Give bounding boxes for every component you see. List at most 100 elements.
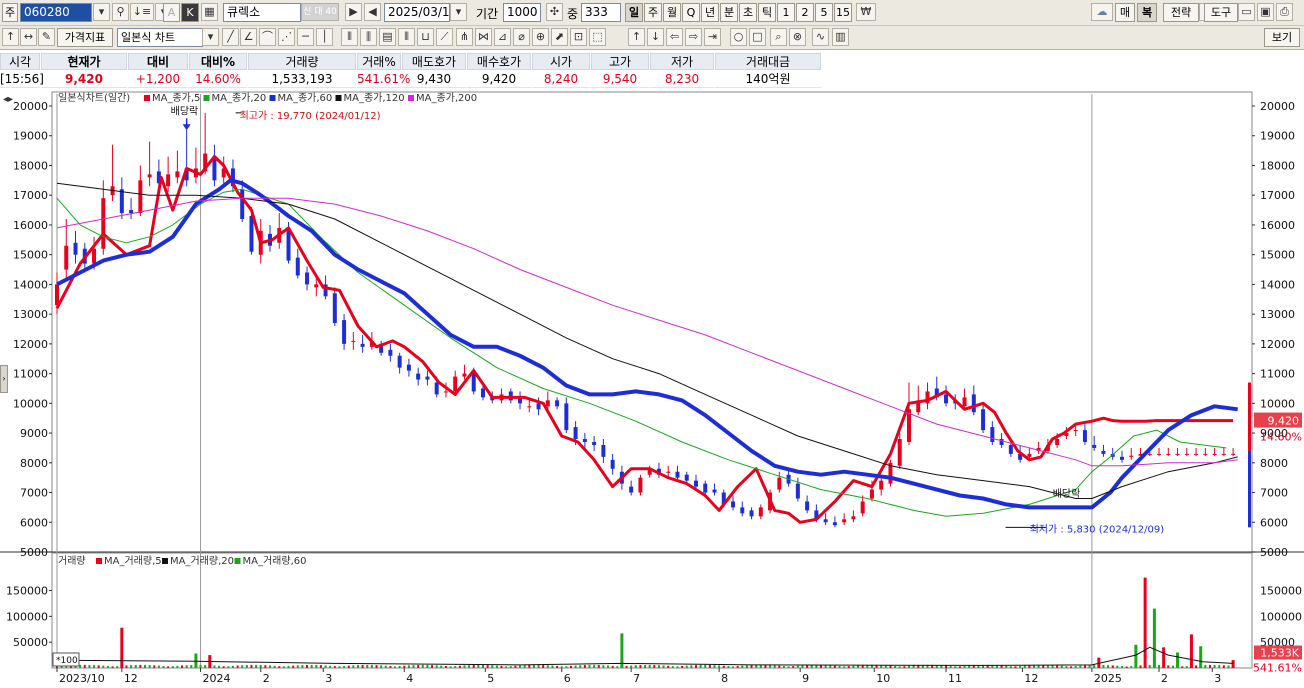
timeframe-button-9[interactable]: 2 bbox=[796, 3, 814, 22]
channel-icon[interactable]: ⊔ bbox=[417, 28, 434, 46]
market-selector[interactable]: 주 bbox=[2, 3, 18, 22]
count-input[interactable]: 333 bbox=[581, 3, 621, 22]
timeframe-button-4[interactable]: 년 bbox=[701, 3, 719, 22]
stock-code-input[interactable]: 060280 bbox=[20, 3, 92, 22]
stock-name-field[interactable]: 큐렉소 bbox=[223, 3, 301, 22]
target-icon[interactable]: ⊕ bbox=[532, 28, 549, 46]
zoom-icon[interactable]: ⌕ bbox=[770, 28, 787, 46]
grid-icon[interactable]: ▦ bbox=[201, 3, 218, 21]
volume-bar bbox=[130, 665, 133, 668]
edit-icon[interactable]: ✎ bbox=[38, 28, 55, 46]
crosshair-tool-icon[interactable]: ⊗ bbox=[789, 28, 806, 46]
range-bar-down bbox=[1248, 450, 1251, 528]
save-icon[interactable]: ▣ bbox=[1257, 3, 1274, 21]
gann-icon[interactable]: ⋈ bbox=[475, 28, 492, 46]
x-tick-label-5: 4 bbox=[406, 672, 413, 685]
volume-bar bbox=[579, 665, 582, 668]
timeframe-button-10[interactable]: 5 bbox=[815, 3, 833, 22]
volume-bar bbox=[310, 664, 313, 668]
ray-icon[interactable]: ⟋ bbox=[436, 28, 453, 46]
timeframe-button-8[interactable]: 1 bbox=[777, 3, 795, 22]
up-arrow-icon[interactable]: ↑ bbox=[2, 28, 19, 46]
volume-bar bbox=[292, 665, 295, 668]
volume-bar bbox=[787, 666, 790, 668]
view-button[interactable]: 보기 bbox=[1264, 28, 1300, 47]
dropdown-icon[interactable]: ▾ bbox=[93, 3, 110, 21]
fan-icon[interactable]: ⋰ bbox=[278, 28, 295, 46]
crosshair-icon[interactable]: ✣ bbox=[546, 3, 563, 21]
tools-button[interactable]: 도구 bbox=[1204, 3, 1238, 22]
print-icon[interactable]: ⎙ bbox=[1276, 3, 1293, 21]
timeframe-button-3[interactable]: Q bbox=[682, 3, 700, 22]
timeframe-button-7[interactable]: 틱 bbox=[758, 3, 776, 22]
arrow-tool-icon[interactable]: ⬈ bbox=[551, 28, 568, 46]
side-panel-toggle[interactable]: › bbox=[0, 365, 8, 393]
jump-end-icon[interactable]: ⇥ bbox=[704, 28, 721, 46]
angle-icon[interactable]: ∠ bbox=[240, 28, 257, 46]
x-tick-label-6: 5 bbox=[487, 672, 494, 685]
panel-icon[interactable]: ▥ bbox=[832, 28, 849, 46]
vertical-line-icon[interactable]: │ bbox=[316, 28, 333, 46]
sort-icon[interactable]: ↓≡ bbox=[130, 3, 154, 21]
volume-bar bbox=[898, 666, 901, 668]
volume-bar bbox=[185, 665, 188, 668]
period-input[interactable]: 1000 bbox=[503, 3, 541, 22]
next-icon[interactable]: ▶ bbox=[345, 3, 362, 21]
scroll-right-icon[interactable]: ⇨ bbox=[685, 28, 702, 46]
y-tick-label-left-9: 14000 bbox=[13, 278, 48, 291]
calendar-dropdown-icon[interactable]: ▾ bbox=[450, 3, 467, 21]
timeframe-button-11[interactable]: 15 bbox=[834, 3, 852, 22]
dropdown-icon[interactable]: ▾ bbox=[202, 28, 219, 46]
scroll-down-icon[interactable]: ↓ bbox=[647, 28, 664, 46]
candle-body bbox=[64, 245, 69, 270]
arc-icon[interactable]: ⌒ bbox=[259, 28, 276, 46]
prev-icon[interactable]: ◀ bbox=[364, 3, 381, 21]
timeframe-button-5[interactable]: 분 bbox=[720, 3, 738, 22]
table-icon[interactable]: ▤ bbox=[379, 28, 396, 46]
ellipse-icon[interactable]: ○ bbox=[730, 28, 747, 46]
volume-bar bbox=[1014, 666, 1017, 668]
info-icons[interactable]: 신 대 40 bbox=[301, 3, 339, 21]
wave-icon[interactable]: ∿ bbox=[812, 28, 829, 46]
x-tick-label-3: 2 bbox=[263, 672, 270, 685]
volume-bar bbox=[1204, 664, 1207, 668]
square-icon[interactable]: □ bbox=[749, 28, 766, 46]
a-button[interactable]: A bbox=[163, 3, 180, 22]
volume-bar bbox=[259, 665, 262, 668]
circle-tool-icon[interactable]: ⌀ bbox=[513, 28, 530, 46]
trend-line-icon[interactable]: ╱ bbox=[222, 28, 239, 46]
volume-bar bbox=[889, 665, 892, 668]
search-icon[interactable]: ⚲ bbox=[112, 3, 129, 21]
chart-type-select[interactable]: 일본식 차트 bbox=[117, 28, 203, 47]
box-tool-icon[interactable]: ⊡ bbox=[570, 28, 587, 46]
bars-icon[interactable]: ₩ bbox=[856, 3, 876, 21]
timeframe-button-0[interactable]: 일 bbox=[625, 3, 643, 22]
volume-bar bbox=[458, 665, 461, 668]
fibo-icon[interactable]: ⫴ bbox=[341, 28, 358, 46]
grid-lines-icon[interactable]: ⫼ bbox=[360, 28, 377, 46]
triangle-icon[interactable]: ⊿ bbox=[494, 28, 511, 46]
rectangle-tool-icon[interactable]: ⬚ bbox=[589, 28, 606, 46]
quote-header-10: 저가 bbox=[650, 53, 714, 70]
volume-spike-0 bbox=[120, 627, 124, 668]
right-button-2[interactable]: 복 bbox=[1137, 3, 1157, 22]
cloud-icon[interactable]: ☁ bbox=[1091, 3, 1113, 21]
timeframe-button-6[interactable]: 초 bbox=[739, 3, 757, 22]
y-tick-label-right-9: 14000 bbox=[1260, 278, 1295, 291]
k-button[interactable]: K bbox=[181, 3, 199, 22]
indicator-button[interactable]: 가격지표 bbox=[57, 28, 113, 47]
pitchfork-icon[interactable]: ⋔ bbox=[456, 28, 473, 46]
date-field[interactable]: 2025/03/14 bbox=[384, 3, 450, 22]
strategy-button[interactable]: 전략 bbox=[1163, 3, 1199, 22]
scroll-left-icon[interactable]: ⇦ bbox=[666, 28, 683, 46]
scroll-up-icon[interactable]: ↑ bbox=[628, 28, 645, 46]
stock-chart[interactable]: 5000 50006000 60007000 70008000 80009000 9000… bbox=[0, 90, 1304, 685]
horizontal-line-icon[interactable]: ─ bbox=[297, 28, 314, 46]
timeframe-button-1[interactable]: 주 bbox=[644, 3, 662, 22]
timeframe-button-2[interactable]: 월 bbox=[663, 3, 681, 22]
candle-body bbox=[675, 471, 680, 478]
cycle-icon[interactable]: ⫴ bbox=[398, 28, 415, 46]
right-button-1[interactable]: 매 bbox=[1115, 3, 1135, 22]
folder-icon[interactable]: ▭ bbox=[1238, 3, 1255, 21]
expand-icon[interactable]: ↔ bbox=[20, 28, 37, 46]
